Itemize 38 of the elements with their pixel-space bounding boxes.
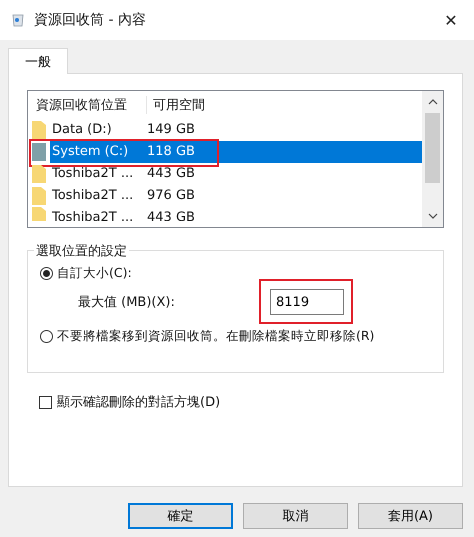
folder-icon [32, 165, 46, 183]
scroll-thumb[interactable] [425, 113, 440, 183]
tab[interactable]: 一般 [8, 48, 68, 74]
location-list[interactable]: 資源回收筒位置 可用空間 Data (D:) 149 GB System (C:) 118 GB Toshiba2T ... 443 GB Toshiba2T ... 976 GB Toshiba2T ... 443 GB [27, 90, 444, 228]
radio-label[interactable]: 不要將檔案移到資源回收筒。在刪除檔案時立即移除(R) [57, 328, 374, 345]
folder-icon [32, 187, 46, 205]
dialog-button[interactable]: 套用(A) [358, 503, 463, 529]
location-name[interactable]: System (C:) [50, 141, 141, 163]
column-header[interactable]: 可用空間 [147, 96, 205, 114]
scrollbar[interactable] [422, 91, 443, 227]
location-name[interactable]: Toshiba2T ... [50, 185, 141, 207]
free-space: 149 GB [146, 121, 195, 139]
column-header[interactable]: 資源回收筒位置 [28, 96, 147, 114]
location-name[interactable]: Toshiba2T ... [50, 163, 141, 185]
close-button[interactable]: ✕ [428, 0, 474, 40]
drive-icon [32, 143, 46, 161]
free-space: 976 GB [146, 187, 195, 205]
radio-button[interactable] [40, 267, 53, 280]
size-field[interactable]: 8119 [270, 289, 344, 315]
scroll-up-icon[interactable] [428, 99, 438, 105]
radio-label[interactable]: 自訂大小(C): [57, 265, 132, 282]
folder-icon [32, 207, 46, 221]
location-name[interactable]: Data (D:) [50, 119, 141, 141]
window-title: 資源回收筒 - 內容 [34, 11, 147, 29]
dialog-button[interactable]: 確定 [128, 503, 233, 529]
radio-button[interactable] [40, 330, 53, 343]
free-space: 443 GB [146, 165, 195, 183]
folder-icon [32, 121, 46, 139]
checkbox-label[interactable]: 顯示確認刪除的對話方塊(D) [57, 393, 220, 411]
recycle-bin-icon [12, 13, 24, 27]
location-name[interactable]: Toshiba2T ... [50, 207, 141, 221]
field-label: 最大值 (MB)(X): [78, 294, 176, 311]
free-space: 443 GB [146, 209, 195, 221]
free-space: 118 GB [146, 143, 195, 161]
dialog-button[interactable]: 取消 [243, 503, 348, 529]
checkbox[interactable] [39, 396, 52, 408]
scroll-down-icon[interactable] [428, 213, 438, 219]
group-label: 選取位置的設定 [34, 242, 129, 260]
